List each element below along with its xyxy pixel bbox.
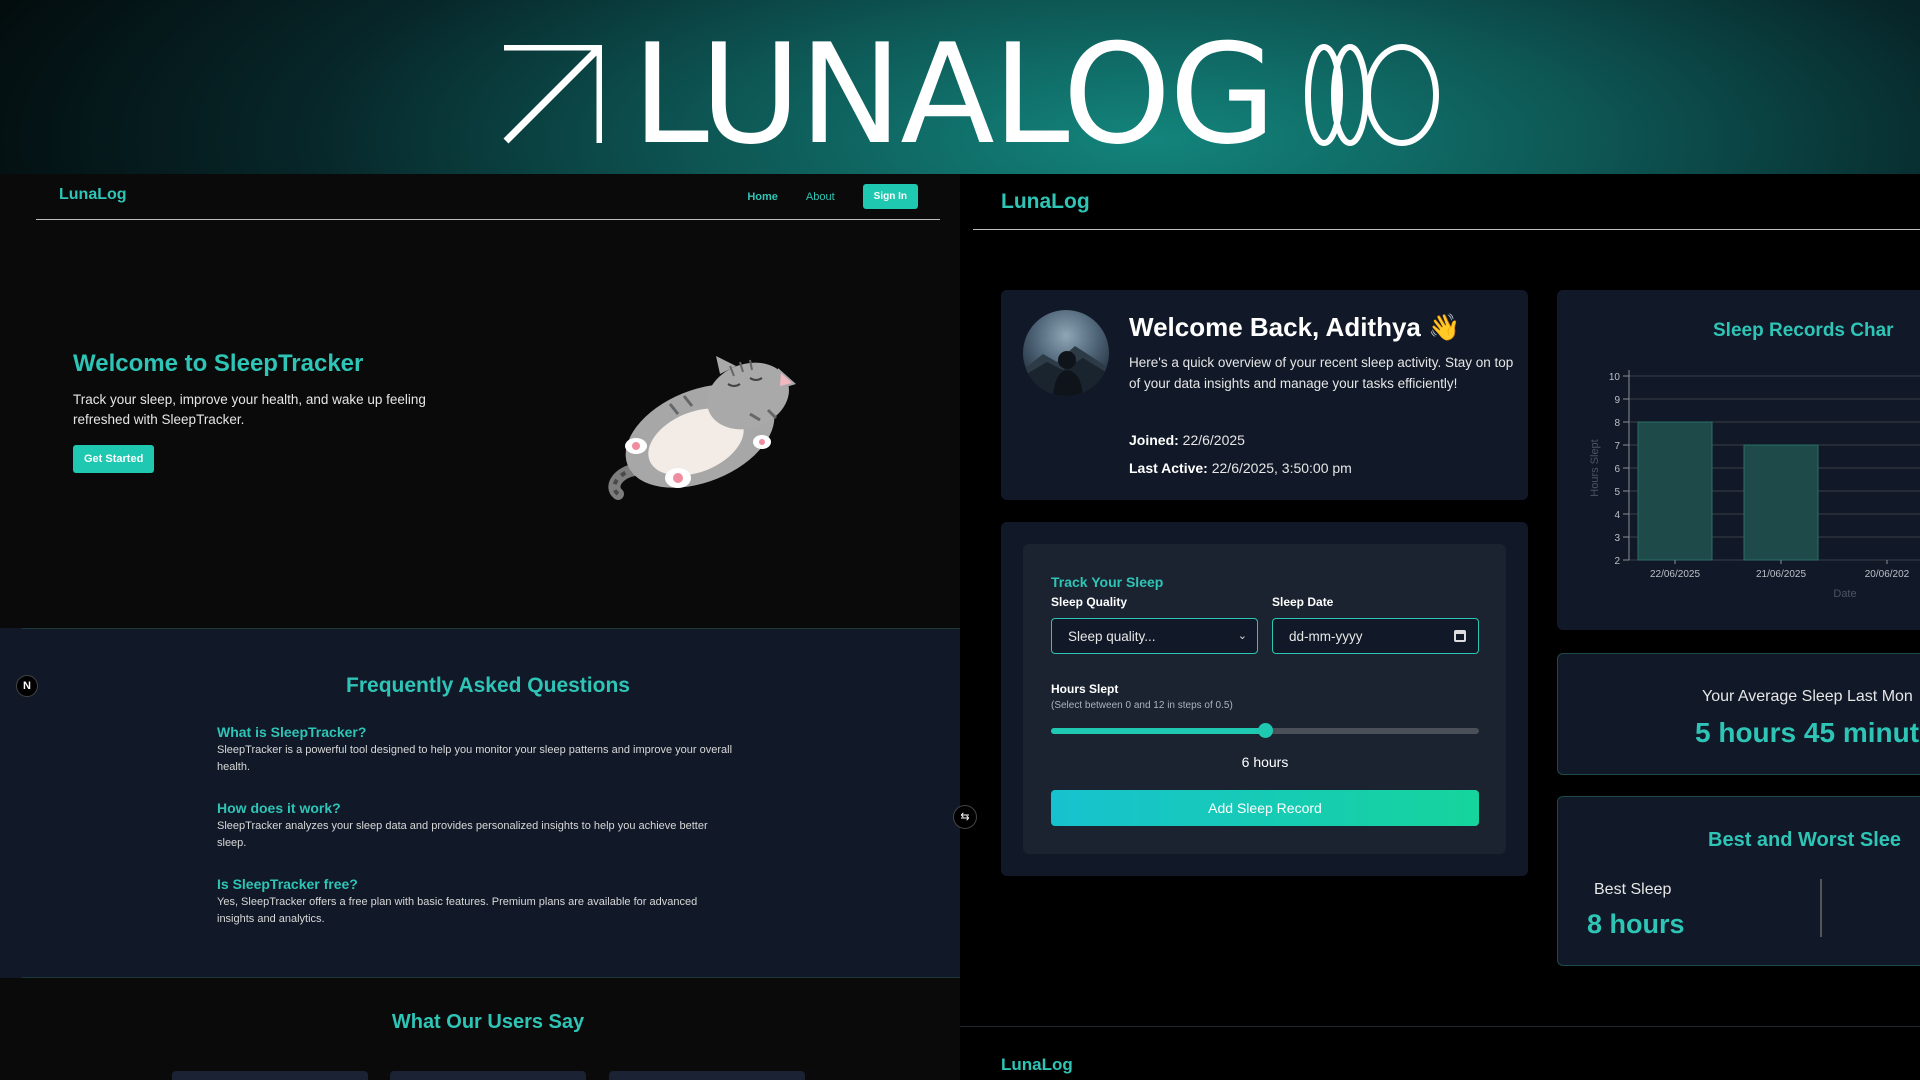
faq-item: Is SleepTracker free? Yes, SleepTracker … (217, 876, 737, 928)
sleep-quality-label: Sleep Quality (1051, 595, 1128, 609)
joined-label: Joined: (1129, 432, 1179, 448)
track-sleep-title: Track Your Sleep (1051, 574, 1164, 590)
footer-brand[interactable]: LunaLog (1001, 1055, 1073, 1075)
faq-answer: Yes, SleepTracker offers a free plan wit… (217, 896, 698, 925)
chart-x-tick-label: 20/06/202 (1865, 569, 1910, 580)
testimonial-card (609, 1071, 805, 1080)
chart-y-tick-label: 10 (1609, 372, 1621, 383)
hero-text: Track your sleep, improve your health, a… (73, 392, 426, 427)
track-sleep-card: Track Your Sleep Sleep Quality Sleep Dat… (1001, 522, 1528, 876)
chart-y-tick-label: 4 (1614, 510, 1620, 521)
last-active-label: Last Active: (1129, 460, 1208, 476)
average-sleep-value: 5 hours 45 minut (1695, 717, 1920, 748)
sign-in-button[interactable]: Sign In (862, 184, 918, 209)
chart-x-tick-label: 21/06/2025 (1756, 569, 1806, 580)
faq-question: What is SleepTracker? (217, 724, 367, 740)
banner-wordmark: LUNALOG (632, 14, 1276, 174)
footer-divider (960, 1026, 1920, 1027)
chart-bar (1743, 444, 1819, 561)
nav-about-link[interactable]: About (806, 191, 835, 203)
hours-slider[interactable] (1051, 723, 1479, 738)
best-worst-divider (1820, 879, 1822, 937)
avatar[interactable] (1023, 310, 1109, 396)
arrow-up-right-icon (503, 45, 602, 144)
sleep-date-label: Sleep Date (1272, 595, 1334, 609)
dashboard-nav-divider (973, 229, 1920, 230)
last-active-row: Last Active: 22/6/2025, 3:50:00 pm (1129, 460, 1352, 476)
dashboard-page: LunaLog Welcome Back, Adithya 👋 Here's a… (960, 174, 1920, 1080)
landing-nav-links: Home About Sign In (747, 184, 918, 209)
track-sleep-form: Track Your Sleep Sleep Quality Sleep Dat… (1023, 544, 1506, 854)
average-sleep-card: Your Average Sleep Last Mon 5 hours 45 m… (1557, 653, 1920, 775)
testimonial-card (172, 1071, 368, 1080)
chart-x-axis-label: Date (1833, 588, 1856, 600)
nav-home-link[interactable]: Home (747, 191, 778, 203)
add-sleep-record-button[interactable]: Add Sleep Record (1051, 790, 1479, 826)
faq-item: What is SleepTracker? SleepTracker is a … (217, 724, 737, 776)
calendar-icon[interactable] (1454, 630, 1466, 642)
chart-y-tick-label: 9 (1614, 395, 1620, 406)
welcome-title-text: Welcome Back, Adithya (1129, 312, 1421, 342)
hero-title: Welcome to SleepTracker (73, 350, 364, 377)
last-active-value: 22/6/2025, 3:50:00 pm (1211, 460, 1352, 476)
chart-y-tick-label: 6 (1614, 464, 1620, 475)
best-sleep-value: 8 hours (1587, 909, 1685, 939)
sleep-records-chart: 2 3 4 5 6 7 8 9 10 22/06/2025 21/06/2025 20/06/202 D… (1589, 370, 1920, 600)
testimonial-card (390, 1071, 586, 1080)
best-worst-sleep-card: Best and Worst Slee Best Sleep 8 hours (1557, 796, 1920, 966)
chart-y-tick-label: 8 (1614, 418, 1620, 429)
waving-hand-icon: 👋 (1428, 312, 1461, 342)
hours-slept-hint: (Select between 0 and 12 in steps of 0.5… (1051, 700, 1233, 711)
landing-brand[interactable]: LunaLog (59, 186, 127, 204)
faq-answer: SleepTracker analyzes your sleep data an… (217, 820, 708, 849)
faq-top-border (22, 628, 960, 629)
chart-y-tick-label: 5 (1614, 487, 1620, 498)
avatar-photo-icon (1023, 346, 1109, 396)
faq-item: How does it work? SleepTracker analyzes … (217, 800, 737, 852)
faq-bottom-border (22, 977, 960, 978)
faq-question: How does it work? (217, 800, 341, 816)
chart-bar (1637, 421, 1713, 561)
chart-y-tick-label: 7 (1614, 441, 1620, 452)
hours-slept-label: Hours Slept (1051, 682, 1119, 696)
faq-question: Is SleepTracker free? (217, 876, 358, 892)
sleep-quality-select[interactable]: Sleep quality... ⌄ (1051, 618, 1258, 654)
best-sleep-label: Best Sleep (1594, 881, 1672, 898)
joined-row: Joined: 22/6/2025 (1129, 432, 1245, 448)
faq-title: Frequently Asked Questions (346, 674, 630, 697)
average-sleep-label: Your Average Sleep Last Mon (1702, 688, 1913, 705)
hours-slider-fill (1051, 728, 1265, 734)
best-worst-title: Best and Worst Slee (1708, 829, 1902, 851)
sleep-date-input[interactable]: dd-mm-yyyy (1272, 618, 1479, 654)
banner-logo: LUNALOG (502, 26, 1440, 164)
joined-value: 22/6/2025 (1182, 432, 1245, 448)
hours-slept-value: 6 hours (1241, 754, 1289, 770)
welcome-card: Welcome Back, Adithya 👋 Here's a quick o… (1001, 290, 1528, 500)
chevron-down-icon: ⌄ (1237, 630, 1247, 642)
testimonials-title: What Our Users Say (391, 1011, 585, 1033)
sleeping-cat-icon (608, 356, 796, 500)
chart-x-tick-label: 22/06/2025 (1650, 569, 1700, 580)
chart-y-tick-label: 2 (1614, 556, 1620, 567)
dashboard-brand[interactable]: LunaLog (1001, 190, 1090, 214)
interlocked-rings-icon (1305, 44, 1440, 146)
welcome-description: Here's a quick overview of your recent s… (1129, 355, 1514, 391)
get-started-button[interactable]: Get Started (73, 445, 155, 473)
sleep-date-placeholder: dd-mm-yyyy (1289, 629, 1363, 644)
chart-y-axis-label: Hours Slept (1589, 439, 1601, 496)
landing-page: LunaLog Home About Sign In Welcome to Sl… (0, 174, 960, 1080)
faq-answer: SleepTracker is a powerful tool designed… (217, 744, 733, 773)
landing-navbar: LunaLog Home About Sign In (36, 174, 940, 220)
welcome-title: Welcome Back, Adithya 👋 (1129, 312, 1461, 343)
chart-y-tick-label: 3 (1614, 533, 1620, 544)
hours-slider-thumb[interactable] (1258, 723, 1273, 738)
sleep-quality-value: Sleep quality... (1068, 629, 1156, 644)
sleep-records-chart-card: Sleep Records Char 2 3 4 5 6 7 8 9 10 22/06/2025 2… (1557, 290, 1920, 630)
banner: LUNALOG (0, 0, 1920, 174)
split-handle-icon[interactable]: ⇆ (953, 805, 977, 829)
